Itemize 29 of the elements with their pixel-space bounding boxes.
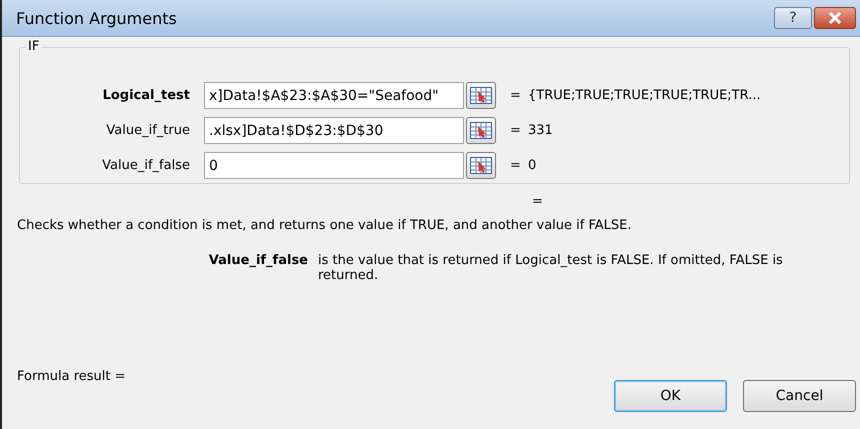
argument-field[interactable]: x]Data!$A$23:$A$30="Seafood" [204,82,464,109]
argument-result: 331 [527,123,554,138]
collapse-dialog-button[interactable] [466,82,496,109]
close-icon [828,12,842,24]
argument-field[interactable]: 0 [204,152,464,179]
argument-label: Value_if_true [106,123,191,138]
equals-sign: = [509,158,522,173]
collapse-dialog-button[interactable] [466,152,496,179]
argument-result: 0 [527,158,538,173]
argument-result: {TRUE;TRUE;TRUE;TRUE;TRUE;TR... [527,88,762,103]
window-title: Function Arguments [16,8,178,28]
equals-sign: = [532,194,544,210]
equals-sign: = [509,123,522,138]
range-select-icon [470,122,492,139]
argument-field[interactable]: .xlsx]Data!$D$23:$D$30 [204,117,464,144]
range-select-icon [470,87,492,104]
close-button[interactable] [814,7,856,29]
range-select-icon [470,157,492,174]
argument-label: Value_if_false [102,158,191,173]
function-description: Checks whether a condition is met, and returns one value if TRUE, and another value if FALSE. [17,218,632,233]
argument-name: Value_if_false [208,253,308,270]
argument-description: is the value that is returned if Logical_test is FALSE. If omitted, FALSE is returned. [318,253,784,283]
cancel-button[interactable]: Cancel [743,380,856,412]
ok-button[interactable]: OK [614,380,727,412]
equals-sign: = [509,88,522,103]
help-button[interactable]: ? [774,7,812,29]
collapse-dialog-button[interactable] [466,117,496,144]
argument-label: Logical_test [102,88,191,103]
formula-result: Formula result = [17,368,127,384]
